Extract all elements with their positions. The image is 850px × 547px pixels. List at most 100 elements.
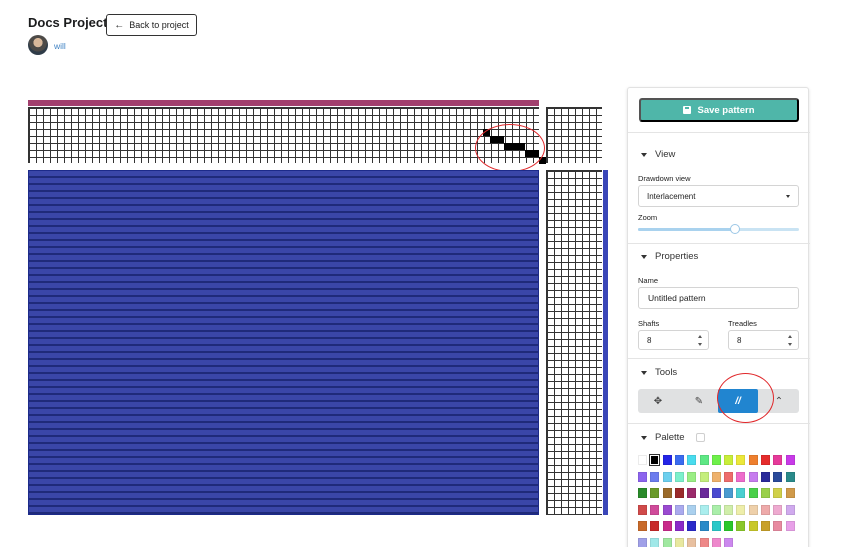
palette-swatch[interactable] [724, 521, 734, 531]
palette-swatch[interactable] [699, 488, 709, 498]
palette-swatch[interactable] [711, 471, 721, 482]
palette-swatch[interactable] [699, 455, 709, 465]
weft-color-bar[interactable] [603, 170, 608, 515]
palette-swatch[interactable] [650, 471, 660, 482]
palette-swatch[interactable] [785, 471, 795, 482]
palette-swatch[interactable] [748, 504, 758, 515]
palette-swatch[interactable] [650, 488, 660, 498]
tieup-grid[interactable] [546, 107, 602, 163]
tools-section-toggle[interactable]: Tools [641, 367, 677, 378]
palette-swatch[interactable] [699, 471, 709, 482]
palette-swatch[interactable] [662, 537, 672, 547]
palette-swatch[interactable] [773, 455, 783, 465]
palette-swatch[interactable] [711, 504, 721, 515]
palette-swatch[interactable] [674, 504, 684, 515]
palette-swatch[interactable] [773, 471, 783, 482]
save-pattern-button[interactable]: Save pattern [639, 98, 799, 122]
palette-swatch[interactable] [736, 504, 746, 515]
palette-swatch[interactable] [711, 455, 721, 465]
avatar[interactable] [28, 35, 48, 55]
paint-brush-icon[interactable]: ✎ [679, 389, 719, 413]
palette-swatch[interactable] [662, 471, 672, 482]
warp-color-bar[interactable] [28, 100, 539, 106]
palette-swatch[interactable] [638, 488, 647, 498]
palette-swatch[interactable] [674, 455, 684, 465]
palette-swatch[interactable] [724, 488, 734, 498]
properties-section-toggle[interactable]: Properties [641, 251, 698, 262]
palette-swatch[interactable] [761, 455, 770, 465]
palette-swatch[interactable] [699, 537, 709, 547]
palette-swatch[interactable] [650, 504, 660, 515]
palette-swatch[interactable] [761, 488, 770, 498]
palette-swatch[interactable] [785, 521, 795, 531]
palette-swatch[interactable] [674, 488, 684, 498]
palette-swatch[interactable] [773, 488, 783, 498]
shafts-input[interactable]: 8 [638, 330, 709, 350]
palette-swatch[interactable] [736, 521, 746, 531]
palette-swatch[interactable] [785, 488, 795, 498]
name-label: Name [638, 276, 659, 285]
palette-swatch[interactable] [785, 504, 795, 515]
pattern-name-input[interactable]: Untitled pattern [638, 287, 799, 309]
drawdown-view-select[interactable]: Interlacement [638, 185, 799, 207]
palette-swatch[interactable] [638, 537, 647, 547]
treadling-grid[interactable] [546, 170, 602, 515]
palette-swatch[interactable] [736, 455, 746, 465]
drawdown-area[interactable] [28, 170, 539, 515]
palette-section-toggle[interactable]: Palette [641, 432, 705, 443]
back-to-project-button[interactable]: ← Back to project [106, 14, 197, 36]
palette-swatch[interactable] [761, 471, 770, 482]
palette-swatch[interactable] [638, 455, 647, 465]
palette-swatch[interactable] [650, 537, 660, 547]
palette-swatch[interactable] [748, 455, 758, 465]
divider [628, 423, 810, 424]
palette-swatch[interactable] [736, 488, 746, 498]
threading-grid[interactable] [28, 107, 546, 164]
palette-swatch[interactable] [736, 471, 746, 482]
palette-swatch[interactable] [662, 455, 672, 465]
stepper-icon[interactable] [788, 335, 793, 346]
palette-swatch[interactable] [674, 521, 684, 531]
username-link[interactable]: will [54, 41, 66, 51]
palette-swatch[interactable] [662, 521, 672, 531]
palette-swatch[interactable] [773, 521, 783, 531]
palette-swatch[interactable] [699, 504, 709, 515]
palette-swatch[interactable] [650, 521, 660, 531]
palette-swatch[interactable] [748, 471, 758, 482]
palette-swatch[interactable] [724, 537, 734, 547]
move-icon[interactable]: ✥ [638, 389, 678, 413]
palette-swatch[interactable] [687, 521, 697, 531]
palette-swatch[interactable] [662, 488, 672, 498]
palette-swatch[interactable] [687, 488, 697, 498]
palette-swatch[interactable] [761, 521, 770, 531]
palette-swatch[interactable] [687, 455, 697, 465]
palette-swatch[interactable] [687, 537, 697, 547]
palette-swatch[interactable] [724, 455, 734, 465]
palette-swatch[interactable] [761, 504, 770, 515]
palette-swatch[interactable] [748, 521, 758, 531]
palette-swatch[interactable] [711, 521, 721, 531]
palette-swatch[interactable] [674, 471, 684, 482]
palette-swatch[interactable] [662, 504, 672, 515]
zoom-slider-thumb[interactable] [729, 224, 740, 234]
palette-swatch[interactable] [748, 488, 758, 498]
palette-swatch[interactable] [724, 504, 734, 515]
palette-swatch[interactable] [674, 537, 684, 547]
palette-swatch[interactable] [711, 537, 721, 547]
palette-swatch[interactable] [773, 504, 783, 515]
palette-swatch[interactable] [638, 504, 647, 515]
palette-swatch[interactable] [638, 471, 647, 482]
palette-swatch[interactable] [638, 521, 647, 531]
palette-checkbox[interactable] [695, 433, 705, 442]
stepper-icon[interactable] [698, 335, 703, 346]
palette-swatch[interactable] [711, 488, 721, 498]
palette-swatch[interactable] [687, 471, 697, 482]
view-section-title: View [655, 149, 676, 160]
palette-swatch[interactable] [687, 504, 697, 515]
treadles-input[interactable]: 8 [728, 330, 799, 350]
palette-swatch[interactable] [724, 471, 734, 482]
view-section-toggle[interactable]: View [641, 149, 675, 160]
palette-swatch[interactable] [649, 454, 661, 466]
palette-swatch[interactable] [785, 455, 795, 465]
palette-swatch[interactable] [699, 521, 709, 531]
